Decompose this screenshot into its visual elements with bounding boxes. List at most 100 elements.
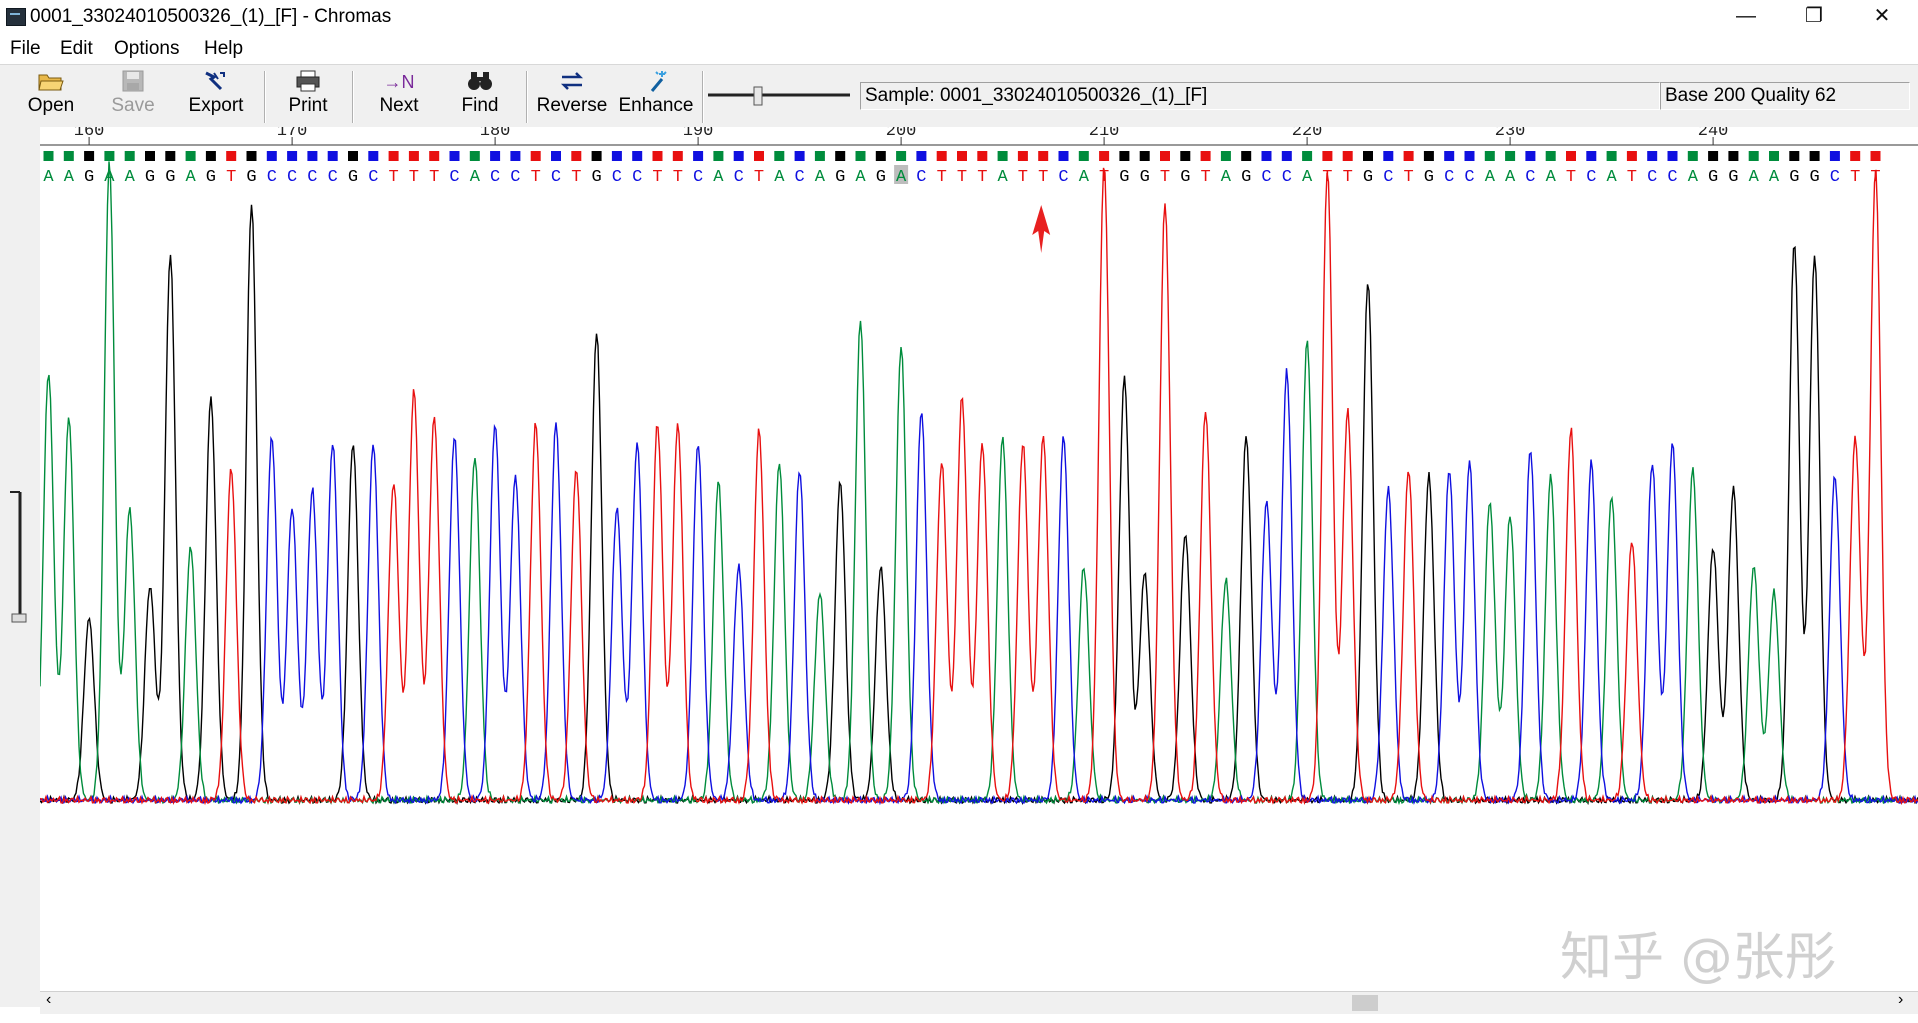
base-call: G [1140, 168, 1150, 187]
base-call: G [1363, 168, 1373, 187]
horizontal-scrollbar[interactable]: ‹ › [40, 991, 1918, 1014]
scroll-left-icon[interactable]: ‹ [46, 991, 51, 1009]
base-call: T [531, 168, 541, 187]
base-call: T [1160, 168, 1170, 187]
quality-marker [1586, 151, 1597, 161]
close-button[interactable]: ✕ [1848, 0, 1916, 34]
quality-marker [1748, 151, 1759, 161]
quality-marker [165, 151, 176, 161]
minimize-button[interactable]: — [1712, 0, 1780, 34]
base-call: T [1018, 168, 1028, 187]
ruler: 160 170 180 190 200 210 220 230 240 [40, 122, 1918, 146]
base-call: T [937, 168, 947, 187]
quality-marker [429, 151, 440, 161]
zoom-slider[interactable] [706, 79, 852, 113]
quality-marker [1728, 151, 1739, 161]
quality-marker [84, 151, 95, 161]
chromatogram-view[interactable]: 160 170 180 190 200 210 220 230 240 AAGAAGGAGTGC… [39, 122, 1918, 991]
base-call: G [246, 168, 256, 187]
ruler-tick-label: 230 [1495, 127, 1526, 141]
next-button[interactable]: →N Next [370, 69, 428, 125]
base-call: C [1667, 168, 1677, 187]
base-call: C [287, 168, 297, 187]
quality-marker [1363, 151, 1373, 161]
quality-marker [1708, 151, 1719, 161]
ruler-tick-label: 190 [683, 127, 714, 141]
base-call: G [1728, 168, 1738, 187]
vertical-scale-bar[interactable] [0, 127, 41, 1007]
base-call: A [774, 168, 785, 187]
base-call: A [855, 168, 866, 187]
toolbar-separator [702, 71, 704, 123]
print-button[interactable]: Print [280, 69, 336, 125]
quality-marker [754, 151, 764, 161]
quality-marker [1789, 151, 1800, 161]
reverse-button[interactable]: Reverse [536, 69, 608, 125]
quality-marker [957, 151, 967, 161]
base-call: A [64, 168, 75, 187]
enhance-button[interactable]: Enhance [618, 69, 694, 125]
menu-edit[interactable]: Edit [60, 38, 93, 60]
quality-marker [1423, 151, 1434, 161]
base-call: T [652, 168, 662, 187]
base-call: A [125, 168, 136, 187]
quality-marker [1464, 151, 1475, 161]
base-call: G [835, 168, 845, 187]
quality-marker [246, 151, 257, 161]
quality-marker [1809, 151, 1820, 161]
ruler-tick-label: 160 [74, 127, 105, 141]
base-call: G [1180, 168, 1190, 187]
open-button[interactable]: Open [20, 69, 82, 125]
base-call: C [916, 168, 926, 187]
scroll-right-icon[interactable]: › [1898, 991, 1903, 1009]
menu-file[interactable]: File [10, 38, 41, 60]
quality-marker [1220, 151, 1231, 161]
floppy-disk-icon [104, 69, 162, 95]
quality-marker [1302, 151, 1313, 161]
red-arrow [1032, 205, 1051, 253]
ruler-tick-label: 240 [1698, 127, 1729, 141]
quality-marker [1626, 151, 1637, 161]
trace-curve-T [39, 167, 1918, 806]
base-call: A [1606, 168, 1617, 187]
quality-marker [1241, 151, 1252, 161]
quality-marker [1647, 151, 1658, 161]
horizontal-scroll-thumb[interactable] [1352, 995, 1378, 1011]
quality-marker [1038, 151, 1049, 161]
base-call: A [1079, 168, 1090, 187]
menu-help[interactable]: Help [204, 38, 243, 60]
restore-icon: ❐ [1805, 5, 1823, 27]
quality-marker [1261, 151, 1272, 161]
quality-marker [794, 151, 805, 161]
save-button[interactable]: Save [104, 69, 162, 125]
quality-marker [1444, 151, 1455, 161]
base-call: A [713, 168, 724, 187]
base-call: T [1850, 168, 1860, 187]
base-call: G [1424, 168, 1434, 187]
base-call: T [1343, 168, 1353, 187]
base-call: T [977, 168, 987, 187]
base-call: G [1809, 168, 1819, 187]
base-call: C [1444, 168, 1454, 187]
trace-curve-A [39, 161, 1918, 806]
base-call: C [734, 168, 744, 187]
export-button[interactable]: Export [182, 69, 250, 125]
base-call: A [1302, 168, 1313, 187]
quality-marker [1383, 151, 1394, 161]
quality-marker [1180, 151, 1191, 161]
quality-marker [205, 151, 216, 161]
base-call: C [1261, 168, 1271, 187]
quality-marker [1525, 151, 1536, 161]
restore-button[interactable]: ❐ [1780, 0, 1848, 34]
base-call: A [1505, 168, 1516, 187]
red-arrow-annotation [1032, 205, 1051, 253]
menu-options[interactable]: Options [114, 38, 179, 60]
base-call: T [1200, 168, 1210, 187]
quality-marker [814, 151, 825, 161]
base-call: T [1403, 168, 1413, 187]
quality-marker [327, 151, 338, 161]
quality-marker [713, 151, 724, 161]
find-button[interactable]: Find [452, 69, 508, 125]
quality-marker [1119, 151, 1130, 161]
base-call: C [1525, 168, 1535, 187]
